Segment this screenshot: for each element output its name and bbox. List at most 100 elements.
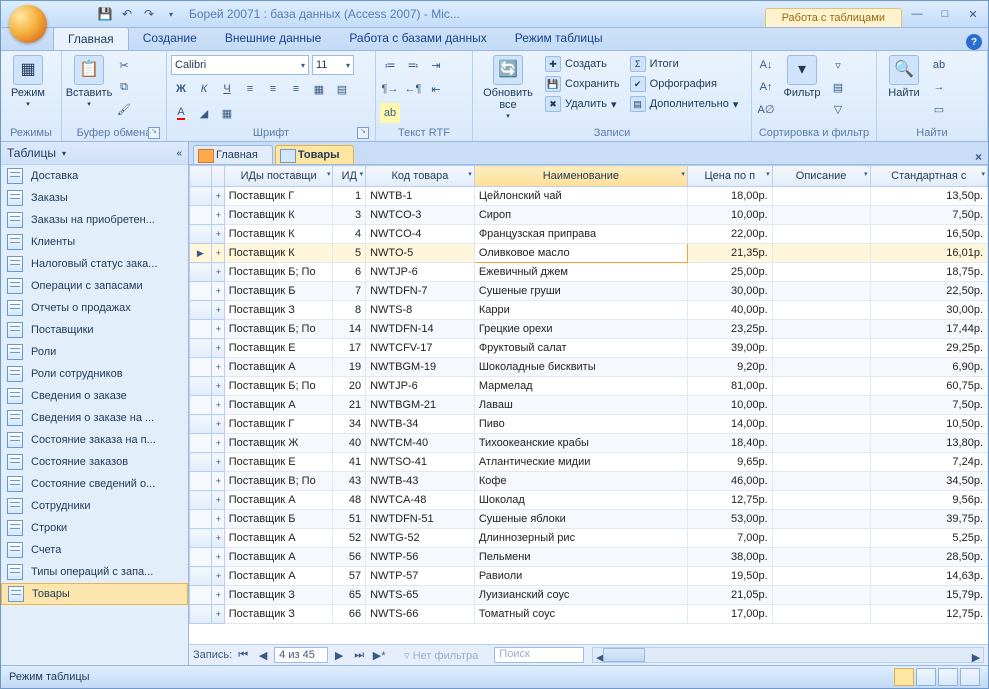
cell[interactable]: Поставщик Б; По <box>224 320 333 339</box>
cell[interactable]: 10,00р. <box>687 206 772 225</box>
cell[interactable]: 40 <box>333 434 366 453</box>
nav-item[interactable]: Товары <box>1 583 188 605</box>
cell[interactable]: NWTJP-6 <box>366 377 475 396</box>
cell[interactable]: NWTS-66 <box>366 605 475 624</box>
table-row[interactable]: +Поставщик З8NWTS-8Карри40,00р.30,00р. <box>190 301 988 320</box>
underline-button[interactable]: Ч <box>217 79 237 99</box>
cell[interactable]: Мармелад <box>474 377 687 396</box>
filter-indicator[interactable]: ▿ Нет фильтра <box>404 649 478 662</box>
cell[interactable]: NWTS-65 <box>366 586 475 605</box>
goto-button[interactable]: → <box>929 77 949 97</box>
cell[interactable]: Длиннозерный рис <box>474 529 687 548</box>
indent-left-button[interactable]: ⇤ <box>426 79 446 99</box>
cell[interactable] <box>772 529 870 548</box>
table-row[interactable]: +Поставщик К4NWTCO-4Французская приправа… <box>190 225 988 244</box>
cell[interactable]: NWTS-8 <box>366 301 475 320</box>
cell[interactable]: Грецкие орехи <box>474 320 687 339</box>
chevron-down-icon[interactable]: ▾ <box>981 170 985 178</box>
cell[interactable]: 34 <box>333 415 366 434</box>
cell[interactable]: Поставщик Б; По <box>224 263 333 282</box>
cell[interactable] <box>772 586 870 605</box>
cell[interactable]: 56 <box>333 548 366 567</box>
cell[interactable]: NWTBGM-19 <box>366 358 475 377</box>
clipboard-dialog-icon[interactable]: ↘ <box>148 127 160 139</box>
cell[interactable]: 10,50р. <box>870 415 987 434</box>
cell[interactable]: 9,65р. <box>687 453 772 472</box>
nav-item[interactable]: Заказы <box>1 187 188 209</box>
cell[interactable]: 21,35р. <box>687 244 772 263</box>
cell[interactable]: 13,50р. <box>870 187 987 206</box>
column-header[interactable]: Стандартная с▾ <box>870 166 987 187</box>
cell[interactable]: 22,50р. <box>870 282 987 301</box>
cell[interactable]: Поставщик З <box>224 605 333 624</box>
cell[interactable]: 60,75р. <box>870 377 987 396</box>
row-selector[interactable] <box>190 320 212 339</box>
cell[interactable] <box>772 377 870 396</box>
cell[interactable]: 51 <box>333 510 366 529</box>
cell[interactable]: 18,40р. <box>687 434 772 453</box>
cell[interactable] <box>772 605 870 624</box>
ribbon-tab-4[interactable]: Режим таблицы <box>501 27 617 50</box>
cell[interactable] <box>772 225 870 244</box>
table-row[interactable]: +Поставщик А21NWTBGM-21Лаваш10,00р.7,50р… <box>190 396 988 415</box>
expand-row-button[interactable]: + <box>211 567 224 586</box>
cell[interactable] <box>772 263 870 282</box>
cell[interactable]: 17 <box>333 339 366 358</box>
cell[interactable]: NWTG-52 <box>366 529 475 548</box>
cell[interactable]: 30,00р. <box>687 282 772 301</box>
expand-row-button[interactable]: + <box>211 320 224 339</box>
cell[interactable]: Поставщик А <box>224 529 333 548</box>
cell[interactable] <box>772 396 870 415</box>
expand-row-button[interactable]: + <box>211 339 224 358</box>
cell[interactable]: 5 <box>333 244 366 263</box>
fill-color-button[interactable]: ◢ <box>194 103 214 123</box>
align-left-button[interactable]: ≡ <box>240 79 260 99</box>
doc-tab[interactable]: Главная <box>193 145 273 164</box>
format-painter-button[interactable]: 🖌 <box>114 99 134 119</box>
cell[interactable] <box>772 472 870 491</box>
cell[interactable] <box>772 548 870 567</box>
cell[interactable]: Поставщик А <box>224 567 333 586</box>
cell[interactable]: 22,00р. <box>687 225 772 244</box>
cell[interactable]: 29,25р. <box>870 339 987 358</box>
cell[interactable]: Томатный соус <box>474 605 687 624</box>
cell[interactable]: 40,00р. <box>687 301 772 320</box>
expand-row-button[interactable]: + <box>211 453 224 472</box>
cell[interactable] <box>772 358 870 377</box>
design-view-button[interactable] <box>960 668 980 686</box>
nav-header[interactable]: Таблицы▾ « <box>1 142 188 165</box>
table-row[interactable]: +Поставщик А48NWTCA-48Шоколад12,75р.9,56… <box>190 491 988 510</box>
cell[interactable]: NWTSO-41 <box>366 453 475 472</box>
totals-button[interactable]: ΣИтоги <box>626 55 743 73</box>
alt-row-button[interactable]: ▤ <box>332 79 352 99</box>
chevron-down-icon[interactable]: ▾ <box>327 170 331 178</box>
cell[interactable]: NWTBGM-21 <box>366 396 475 415</box>
cell[interactable]: NWTDFN-7 <box>366 282 475 301</box>
chevron-down-icon[interactable]: ▾ <box>360 170 364 178</box>
cell[interactable]: NWTDFN-14 <box>366 320 475 339</box>
nav-item[interactable]: Роли сотрудников <box>1 363 188 385</box>
search-box[interactable]: Поиск <box>494 647 584 663</box>
prev-record-button[interactable]: ◀ <box>254 646 272 664</box>
cell[interactable]: 30,00р. <box>870 301 987 320</box>
cell[interactable]: 14,00р. <box>687 415 772 434</box>
cell[interactable] <box>772 206 870 225</box>
cell[interactable]: Поставщик Б <box>224 510 333 529</box>
cell[interactable] <box>772 510 870 529</box>
cell[interactable]: 16,01р. <box>870 244 987 263</box>
cell[interactable]: Кофе <box>474 472 687 491</box>
cell[interactable]: Поставщик А <box>224 491 333 510</box>
font-size-combo[interactable]: 11▾ <box>312 55 354 75</box>
cell[interactable]: 21 <box>333 396 366 415</box>
nav-item[interactable]: Сведения о заказе <box>1 385 188 407</box>
cell[interactable]: 6 <box>333 263 366 282</box>
doc-tab[interactable]: Товары <box>275 145 355 164</box>
nav-item[interactable]: Отчеты о продажах <box>1 297 188 319</box>
expand-row-button[interactable]: + <box>211 282 224 301</box>
font-name-combo[interactable]: Calibri▾ <box>171 55 309 75</box>
bold-button[interactable]: Ж <box>171 79 191 99</box>
cell[interactable]: NWTO-5 <box>366 244 475 263</box>
find-button[interactable]: 🔍Найти <box>881 53 927 101</box>
cell[interactable]: NWTJP-6 <box>366 263 475 282</box>
cell[interactable]: Цейлонский чай <box>474 187 687 206</box>
